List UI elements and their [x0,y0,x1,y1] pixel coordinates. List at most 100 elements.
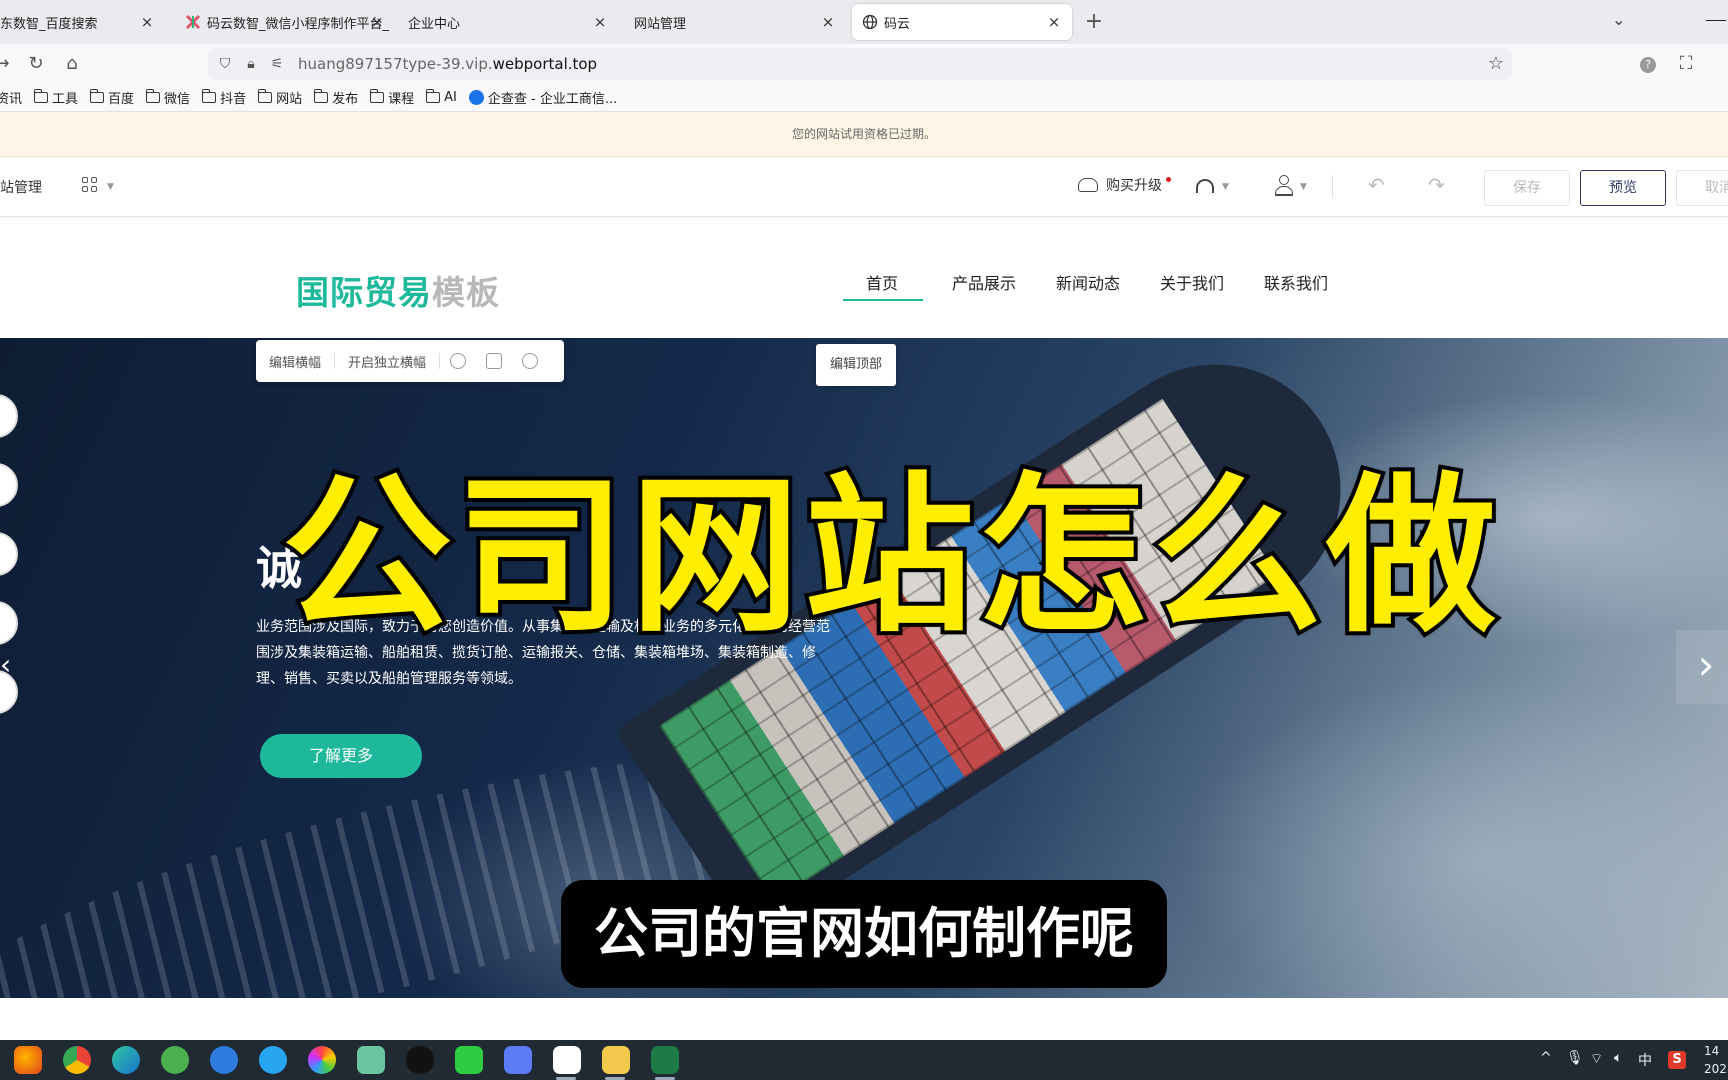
upgrade-label: 购买升级 [1106,178,1162,194]
excel-icon[interactable] [651,1046,679,1074]
system-clock[interactable]: 14 2025 [1704,1042,1728,1078]
upgrade-button[interactable]: 购买升级 [1078,175,1162,195]
wechat-icon[interactable] [455,1046,483,1074]
edge-icon[interactable] [112,1046,140,1074]
headset-icon[interactable] [1196,179,1214,193]
microphone-icon[interactable]: 🎙︎ [1566,1050,1584,1066]
nav-item-home[interactable]: 首页 [866,270,898,294]
tab-enterprise-center[interactable]: 企业中心 × [398,4,618,40]
permissions-icon[interactable]: ⚟ [268,55,286,73]
bookmark-folder-tools[interactable]: 工具 [34,88,78,107]
close-icon[interactable]: × [137,12,157,32]
tab-site-management[interactable]: 网站管理 × [624,4,846,40]
cloud-upload-icon [1078,178,1098,192]
clock-time: 14 [1704,1044,1720,1058]
cancel-button[interactable]: 取消 [1676,170,1728,206]
settings-square-icon[interactable] [486,353,503,369]
shield-icon[interactable]: ⛉ [216,55,234,73]
reload-icon[interactable]: ↻ [24,52,48,76]
folder-icon [370,89,385,103]
chevron-left-icon[interactable]: ‹ [0,648,11,681]
apps-grid-icon[interactable] [82,177,98,193]
qichacha-logo-icon [468,90,484,105]
bookmark-folder-publish[interactable]: 发布 [314,88,358,107]
chevron-down-icon[interactable]: ⌄ [1612,10,1625,29]
crop-icon[interactable]: ⛶ [1674,52,1698,76]
bookmark-folder-courses[interactable]: 课程 [370,88,414,107]
lock-icon[interactable]: 🔒︎ [242,55,260,73]
eye-icon[interactable] [522,353,539,369]
folder-icon [146,89,161,103]
user-icon[interactable] [1274,175,1293,196]
video-editor-icon[interactable] [553,1046,581,1074]
close-icon[interactable]: × [590,12,610,32]
url-text[interactable]: huang897157type-39.vip.webportal.top [298,55,597,73]
bookmark-folder-website[interactable]: 网站 [258,88,302,107]
note-app-icon[interactable] [504,1046,532,1074]
trial-expired-notice: 您的网站试用资格已过期。 [0,112,1728,157]
play-icon[interactable] [450,353,467,369]
close-icon[interactable]: × [367,12,387,32]
save-button[interactable]: 保存 [1484,170,1570,206]
globe-icon [862,14,878,30]
new-tab-button[interactable]: + [1082,8,1106,36]
bookmark-folder-ai[interactable]: AI [426,89,457,105]
subtitle-caption: 公司的官网如何制作呢 [561,880,1167,988]
site-logo[interactable]: 国际贸易模板 [296,266,500,314]
star-icon[interactable]: ☆ [1488,53,1504,74]
sogou-input-icon[interactable]: S [1668,1051,1686,1069]
close-icon[interactable]: × [818,12,838,32]
mayun-logo-icon [185,14,201,30]
browser-360-icon[interactable] [161,1046,189,1074]
tab-mayun-mini-program[interactable]: 码云数智_微信小程序制作平台_ × [175,4,395,40]
input-language-indicator[interactable]: 中 [1638,1050,1652,1070]
nav-item-contact[interactable]: 联系我们 [1264,270,1328,294]
edit-banner-button[interactable]: 编辑横幅 [256,352,334,371]
undo-icon[interactable]: ↶ [1368,173,1385,197]
preview-button[interactable]: 预览 [1580,170,1666,206]
editor-title[interactable]: 网站管理 [0,177,42,197]
help-icon[interactable]: ? [1636,52,1660,76]
tab-mayun-active[interactable]: 码云 × [852,4,1072,40]
forward-arrow-icon[interactable]: → [0,52,14,76]
chevron-right-icon[interactable]: › [1676,630,1728,704]
bookmark-folder-douyin[interactable]: 抖音 [202,88,246,107]
nav-item-about[interactable]: 关于我们 [1160,270,1224,294]
qq-icon[interactable] [406,1046,434,1074]
caret-down-icon: ▼ [1300,182,1307,192]
nav-item-products[interactable]: 产品展示 [952,270,1016,294]
wifi-icon[interactable]: ⌔ [1590,1050,1603,1068]
sogou-browser-icon[interactable] [210,1046,238,1074]
windows-taskbar: ^ 🎙︎ ⌔ 🔈︎ 中 S 14 2025 [0,1040,1728,1080]
home-icon[interactable]: ⌂ [60,52,84,76]
independent-banner-button[interactable]: 开启独立横幅 [335,352,439,371]
edit-top-button[interactable]: 编辑顶部 [816,344,896,386]
folder-icon [202,89,217,103]
address-bar[interactable]: ⛉ 🔒︎ ⚟ huang897157type-39.vip.webportal.… [208,48,1512,80]
divider [1332,175,1333,197]
chevron-up-icon[interactable]: ^ [1540,1050,1552,1066]
bookmark-folder-wechat[interactable]: 微信 [146,88,190,107]
bookmark-label: 网站 [276,92,303,107]
settings-gear-icon[interactable] [357,1046,385,1074]
folder-icon [34,89,49,103]
colorful-app-icon[interactable] [308,1046,336,1074]
tab-baidu-search[interactable]: 东数智_百度搜索 × [0,4,165,40]
close-icon[interactable]: × [1044,12,1064,32]
bookmark-folder-baidu[interactable]: 百度 [90,88,134,107]
url-prefix: huang897157type-39.vip. [298,55,493,73]
chrome-icon[interactable] [63,1046,91,1074]
bookmark-news[interactable]: 资讯 [0,88,22,107]
folder-icon [90,89,105,103]
browser-nav-toolbar: → ↻ ⌂ ⛉ 🔒︎ ⚟ huang897157type-39.vip.webp… [0,44,1728,84]
volume-icon[interactable]: 🔈︎ [1614,1050,1622,1066]
bookmark-label: 微信 [164,92,191,107]
search-app-icon[interactable] [259,1046,287,1074]
redo-icon[interactable]: ↷ [1428,173,1445,197]
learn-more-button[interactable]: 了解更多 [260,734,422,778]
bookmark-qichacha[interactable]: 企查查 - 企业工商信... [468,88,617,107]
minimize-window-button[interactable] [1704,8,1728,32]
nav-item-news[interactable]: 新闻动态 [1056,270,1120,294]
file-explorer-icon[interactable] [602,1046,630,1074]
firefox-icon[interactable] [14,1046,42,1074]
